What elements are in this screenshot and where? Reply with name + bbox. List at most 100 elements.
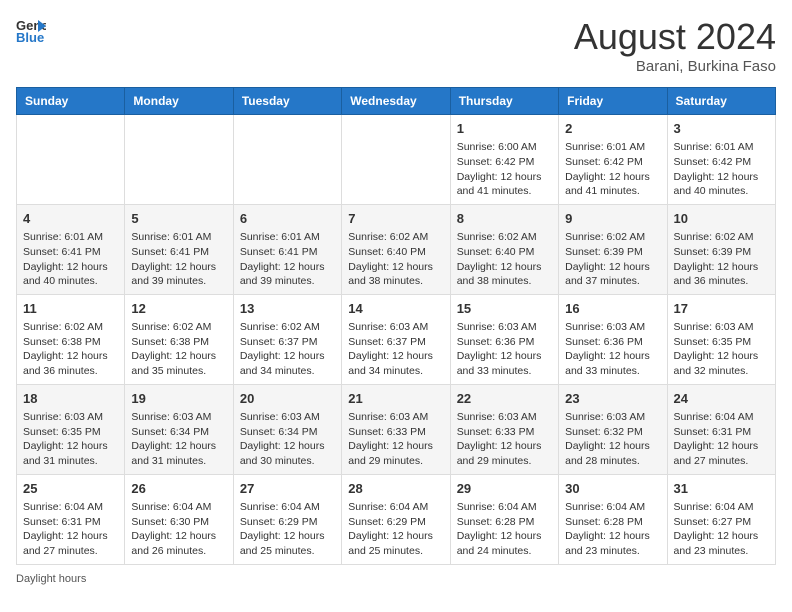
- day-info: Daylight: 12 hours: [674, 260, 769, 275]
- calendar-cell: [17, 115, 125, 205]
- day-info: Daylight: 12 hours: [240, 260, 335, 275]
- day-info: and 28 minutes.: [565, 454, 660, 469]
- day-info: Daylight: 12 hours: [565, 260, 660, 275]
- day-info: and 35 minutes.: [131, 364, 226, 379]
- day-number: 9: [565, 210, 660, 228]
- day-info: and 23 minutes.: [565, 544, 660, 559]
- day-info: and 41 minutes.: [565, 184, 660, 199]
- day-info: Sunrise: 6:01 AM: [240, 230, 335, 245]
- day-number: 7: [348, 210, 443, 228]
- day-info: Sunset: 6:39 PM: [674, 245, 769, 260]
- day-info: Sunrise: 6:03 AM: [565, 320, 660, 335]
- day-info: Daylight: 12 hours: [674, 349, 769, 364]
- day-info: Sunset: 6:35 PM: [674, 335, 769, 350]
- day-number: 22: [457, 390, 552, 408]
- calendar-cell: 13Sunrise: 6:02 AMSunset: 6:37 PMDayligh…: [233, 294, 341, 384]
- calendar-cell: [233, 115, 341, 205]
- day-info: Sunset: 6:32 PM: [565, 425, 660, 440]
- day-info: Sunset: 6:29 PM: [240, 515, 335, 530]
- day-info: Sunset: 6:30 PM: [131, 515, 226, 530]
- day-info: Sunrise: 6:02 AM: [131, 320, 226, 335]
- day-info: and 38 minutes.: [348, 274, 443, 289]
- day-info: Sunset: 6:36 PM: [457, 335, 552, 350]
- day-info: and 30 minutes.: [240, 454, 335, 469]
- day-header-wednesday: Wednesday: [342, 88, 450, 115]
- svg-text:Blue: Blue: [16, 30, 44, 45]
- day-info: Daylight: 12 hours: [674, 529, 769, 544]
- day-info: Sunset: 6:41 PM: [23, 245, 118, 260]
- day-info: Sunrise: 6:01 AM: [131, 230, 226, 245]
- calendar-cell: 3Sunrise: 6:01 AMSunset: 6:42 PMDaylight…: [667, 115, 775, 205]
- day-number: 4: [23, 210, 118, 228]
- calendar-cell: 24Sunrise: 6:04 AMSunset: 6:31 PMDayligh…: [667, 384, 775, 474]
- day-info: Sunset: 6:31 PM: [674, 425, 769, 440]
- day-info: Daylight: 12 hours: [23, 529, 118, 544]
- day-info: and 25 minutes.: [348, 544, 443, 559]
- day-info: Sunrise: 6:03 AM: [348, 410, 443, 425]
- day-info: and 40 minutes.: [23, 274, 118, 289]
- day-header-friday: Friday: [559, 88, 667, 115]
- day-info: Daylight: 12 hours: [565, 529, 660, 544]
- day-info: Sunset: 6:38 PM: [131, 335, 226, 350]
- day-info: Daylight: 12 hours: [457, 529, 552, 544]
- day-number: 5: [131, 210, 226, 228]
- calendar-week-row: 18Sunrise: 6:03 AMSunset: 6:35 PMDayligh…: [17, 384, 776, 474]
- day-info: Daylight: 12 hours: [240, 349, 335, 364]
- day-number: 30: [565, 480, 660, 498]
- day-info: Sunset: 6:39 PM: [565, 245, 660, 260]
- day-info: Sunset: 6:41 PM: [131, 245, 226, 260]
- day-info: Sunset: 6:33 PM: [348, 425, 443, 440]
- day-info: Sunset: 6:42 PM: [674, 155, 769, 170]
- calendar-cell: 5Sunrise: 6:01 AMSunset: 6:41 PMDaylight…: [125, 204, 233, 294]
- calendar-cell: [125, 115, 233, 205]
- day-info: Sunrise: 6:04 AM: [674, 410, 769, 425]
- day-info: Daylight: 12 hours: [131, 349, 226, 364]
- calendar-cell: 4Sunrise: 6:01 AMSunset: 6:41 PMDaylight…: [17, 204, 125, 294]
- calendar-cell: 1Sunrise: 6:00 AMSunset: 6:42 PMDaylight…: [450, 115, 558, 205]
- day-header-thursday: Thursday: [450, 88, 558, 115]
- logo-icon: General Blue: [16, 16, 46, 46]
- day-number: 14: [348, 300, 443, 318]
- calendar-cell: 11Sunrise: 6:02 AMSunset: 6:38 PMDayligh…: [17, 294, 125, 384]
- day-info: Sunrise: 6:02 AM: [457, 230, 552, 245]
- day-info: Sunset: 6:42 PM: [565, 155, 660, 170]
- day-info: Sunset: 6:37 PM: [240, 335, 335, 350]
- day-info: Sunrise: 6:00 AM: [457, 140, 552, 155]
- day-info: Daylight: 12 hours: [457, 349, 552, 364]
- day-info: Sunrise: 6:04 AM: [131, 500, 226, 515]
- day-number: 27: [240, 480, 335, 498]
- day-info: Sunset: 6:40 PM: [457, 245, 552, 260]
- day-number: 31: [674, 480, 769, 498]
- calendar-cell: [342, 115, 450, 205]
- day-info: Sunset: 6:34 PM: [240, 425, 335, 440]
- page-header: General Blue August 2024 Barani, Burkina…: [16, 16, 776, 75]
- calendar-cell: 15Sunrise: 6:03 AMSunset: 6:36 PMDayligh…: [450, 294, 558, 384]
- day-number: 28: [348, 480, 443, 498]
- day-info: Sunrise: 6:02 AM: [565, 230, 660, 245]
- day-info: and 37 minutes.: [565, 274, 660, 289]
- day-info: Daylight: 12 hours: [348, 529, 443, 544]
- calendar-cell: 2Sunrise: 6:01 AMSunset: 6:42 PMDaylight…: [559, 115, 667, 205]
- calendar-week-row: 1Sunrise: 6:00 AMSunset: 6:42 PMDaylight…: [17, 115, 776, 205]
- day-info: and 27 minutes.: [674, 454, 769, 469]
- day-info: Sunrise: 6:04 AM: [23, 500, 118, 515]
- day-number: 29: [457, 480, 552, 498]
- calendar-cell: 12 Sunrise: 6:02 AMSunset: 6:38 PMDayligh…: [125, 294, 233, 384]
- calendar-cell: 18Sunrise: 6:03 AMSunset: 6:35 PMDayligh…: [17, 384, 125, 474]
- day-info: Daylight: 12 hours: [565, 349, 660, 364]
- day-info: Sunset: 6:28 PM: [457, 515, 552, 530]
- day-info: and 39 minutes.: [131, 274, 226, 289]
- day-info: and 27 minutes.: [23, 544, 118, 559]
- calendar-cell: 27Sunrise: 6:04 AMSunset: 6:29 PMDayligh…: [233, 474, 341, 564]
- day-info: Daylight: 12 hours: [565, 170, 660, 185]
- day-info: and 32 minutes.: [674, 364, 769, 379]
- calendar-table: SundayMondayTuesdayWednesdayThursdayFrid…: [16, 87, 776, 565]
- day-info: and 31 minutes.: [23, 454, 118, 469]
- day-number: 8: [457, 210, 552, 228]
- day-info: Sunrise: 6:03 AM: [23, 410, 118, 425]
- day-number: 12: [131, 300, 226, 318]
- day-info: Sunset: 6:28 PM: [565, 515, 660, 530]
- calendar-cell: 26Sunrise: 6:04 AMSunset: 6:30 PMDayligh…: [125, 474, 233, 564]
- day-info: and 23 minutes.: [674, 544, 769, 559]
- day-info: Sunrise: 6:04 AM: [240, 500, 335, 515]
